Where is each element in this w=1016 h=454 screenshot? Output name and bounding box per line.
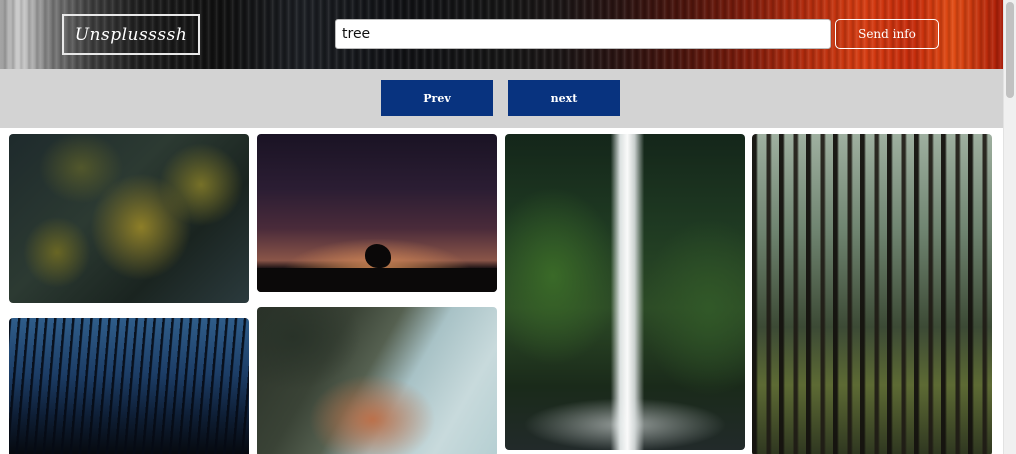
photo-blue-bare-trees[interactable] <box>9 318 249 454</box>
app-window: Unsplussssh Send info Prev next <box>0 0 1016 454</box>
search-input[interactable] <box>335 19 831 49</box>
prev-button[interactable]: Prev <box>381 80 493 116</box>
logo[interactable]: Unsplussssh <box>62 14 200 55</box>
send-info-button[interactable]: Send info <box>835 19 939 49</box>
vertical-scrollbar[interactable] <box>1003 0 1016 454</box>
photo-ground-silhouette <box>257 268 497 292</box>
photo-autumn-tree[interactable] <box>257 307 497 454</box>
photo-night-sky-tree[interactable] <box>257 134 497 292</box>
header-banner: Unsplussssh Send info <box>0 0 1003 69</box>
photo-forest[interactable] <box>752 134 992 454</box>
pagination-bar: Prev next <box>0 69 1003 128</box>
next-button[interactable]: next <box>508 80 620 116</box>
photo-waterfall[interactable] <box>505 134 745 450</box>
photo-tree-silhouette <box>365 244 391 268</box>
scrollbar-thumb[interactable] <box>1006 2 1014 98</box>
photo-evergreen-branches[interactable] <box>9 134 249 303</box>
photo-gallery <box>0 128 1003 454</box>
